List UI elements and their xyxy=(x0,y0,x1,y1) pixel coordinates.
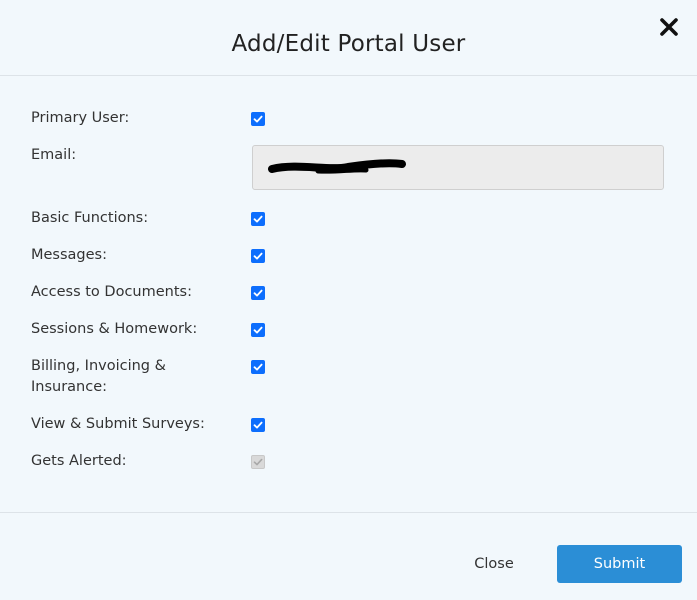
primary-user-label: Primary User: xyxy=(31,110,130,126)
gets-alerted-checkbox xyxy=(251,455,265,469)
checkmark-icon xyxy=(253,289,263,297)
email-label: Email: xyxy=(31,147,77,163)
sessions-homework-checkbox[interactable] xyxy=(251,323,265,337)
checkmark-icon xyxy=(253,115,263,123)
checkmark-icon xyxy=(253,252,263,260)
messages-checkbox[interactable] xyxy=(251,249,265,263)
basic-functions-checkbox[interactable] xyxy=(251,212,265,226)
close-button[interactable]: Close xyxy=(462,546,526,582)
add-edit-portal-user-dialog: Add/Edit Portal User Primary User: Email… xyxy=(0,0,697,600)
surveys-checkbox[interactable] xyxy=(251,418,265,432)
footer-divider xyxy=(0,512,697,513)
billing-label: Billing, Invoicing & Insurance: xyxy=(31,358,166,395)
checkmark-icon xyxy=(253,326,263,334)
sessions-homework-label: Sessions & Homework: xyxy=(31,321,198,337)
billing-checkbox[interactable] xyxy=(251,360,265,374)
submit-button[interactable]: Submit xyxy=(557,545,682,583)
checkmark-icon xyxy=(253,421,263,429)
redaction-mark xyxy=(268,159,406,174)
checkmark-icon xyxy=(253,215,263,223)
access-documents-checkbox[interactable] xyxy=(251,286,265,300)
dialog-title: Add/Edit Portal User xyxy=(231,31,466,57)
checkmark-icon xyxy=(253,363,263,371)
basic-functions-label: Basic Functions: xyxy=(31,210,149,226)
messages-label: Messages: xyxy=(31,247,107,263)
checkmark-icon xyxy=(253,458,263,466)
gets-alerted-label: Gets Alerted: xyxy=(31,453,127,469)
primary-user-checkbox[interactable] xyxy=(251,112,265,126)
surveys-label: View & Submit Surveys: xyxy=(31,416,205,432)
close-x-icon[interactable] xyxy=(659,17,679,37)
access-documents-label: Access to Documents: xyxy=(31,284,192,300)
dialog-header: Add/Edit Portal User xyxy=(0,0,697,76)
